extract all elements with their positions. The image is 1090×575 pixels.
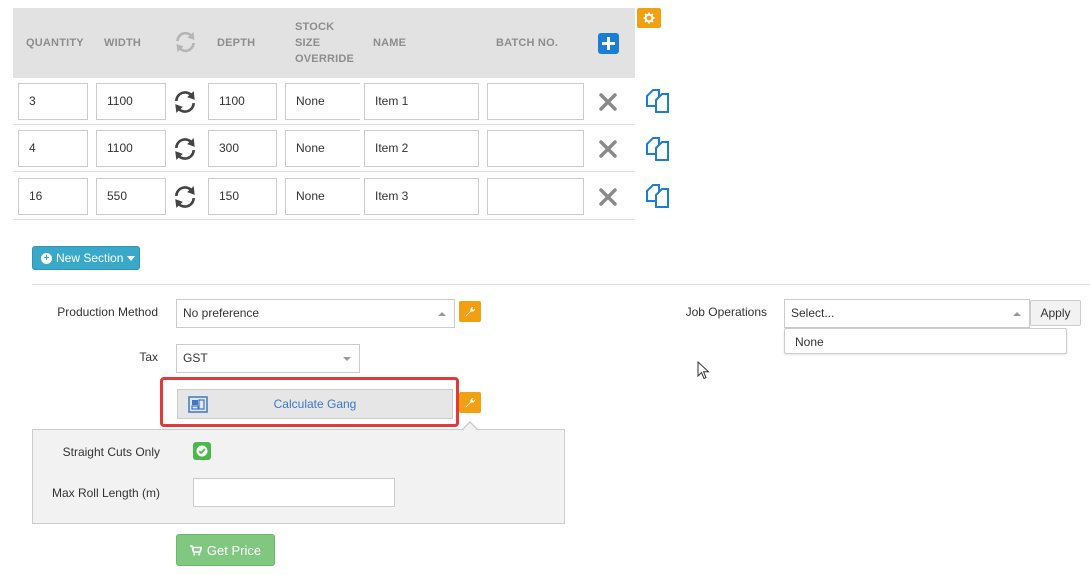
batch-no-input[interactable] xyxy=(487,83,584,120)
tax-select[interactable]: GST xyxy=(176,344,360,373)
new-section-label: New Section xyxy=(56,251,124,265)
swap-dimensions-icon[interactable] xyxy=(172,136,198,162)
delete-icon xyxy=(599,93,617,111)
depth-input[interactable]: 150 xyxy=(208,178,277,215)
tax-label: Tax xyxy=(139,350,158,364)
production-method-settings-button[interactable] xyxy=(459,301,481,322)
header-batch-no: BATCH NO. xyxy=(496,37,559,49)
job-operations-dropdown: None xyxy=(784,328,1067,354)
depth-input[interactable]: 300 xyxy=(208,130,277,167)
caret-up-icon xyxy=(1013,312,1021,316)
plus-circle-icon: + xyxy=(41,252,52,264)
caret-down-icon xyxy=(127,255,136,261)
mouse-cursor-icon xyxy=(697,360,710,383)
delete-icon xyxy=(599,140,617,158)
wrench-icon xyxy=(465,397,476,407)
table-row: 3 1100 1100 None Item 1 xyxy=(13,78,635,125)
width-input[interactable]: 550 xyxy=(96,178,166,215)
quantity-input[interactable]: 3 xyxy=(18,83,88,120)
cart-icon xyxy=(189,544,202,555)
calculate-gang-label: Calculate Gang xyxy=(273,397,357,411)
get-price-button[interactable]: Get Price xyxy=(176,534,275,566)
dropdown-option-none[interactable]: None xyxy=(795,335,824,349)
add-row-button[interactable] xyxy=(598,33,619,54)
calculate-gang-button[interactable]: Calculate Gang xyxy=(177,389,453,419)
name-input[interactable]: Item 1 xyxy=(364,83,479,120)
add-icon xyxy=(602,37,615,50)
delete-icon xyxy=(599,188,617,206)
copy-row-button[interactable] xyxy=(644,183,672,211)
stock-size-select[interactable]: None xyxy=(285,130,360,167)
copy-row-button[interactable] xyxy=(644,136,672,164)
header-name: NAME xyxy=(373,37,407,49)
new-section-button[interactable]: + New Section xyxy=(32,246,140,270)
table-header: QUANTITY WIDTH DEPTH STOCK SIZE OVERRIDE… xyxy=(13,8,635,78)
header-stock-size-override: STOCK SIZE OVERRIDE xyxy=(295,19,354,67)
production-method-select[interactable]: No preference xyxy=(176,299,455,328)
copy-icon xyxy=(646,89,669,113)
apply-button[interactable]: Apply xyxy=(1030,300,1081,326)
copy-row-button[interactable] xyxy=(644,88,672,116)
batch-no-input[interactable] xyxy=(487,130,584,167)
straight-cuts-checkbox[interactable] xyxy=(193,442,211,460)
swap-dimensions-icon[interactable] xyxy=(172,89,198,115)
max-roll-length-input[interactable] xyxy=(193,478,395,507)
depth-input[interactable]: 1100 xyxy=(208,83,277,120)
sync-icon[interactable] xyxy=(173,30,198,54)
header-stock-line3: OVERRIDE xyxy=(295,53,355,65)
width-input[interactable]: 1100 xyxy=(96,130,166,167)
panel-pointer-inner xyxy=(462,423,478,431)
wrench-icon xyxy=(465,306,476,316)
get-price-label: Get Price xyxy=(206,542,262,558)
table-row: 4 1100 300 None Item 2 xyxy=(13,125,635,172)
caret-down-icon xyxy=(343,357,351,361)
production-method-label: Production Method xyxy=(57,305,158,319)
delete-row-button[interactable] xyxy=(598,92,618,112)
header-width: WIDTH xyxy=(104,37,142,49)
calculate-gang-settings-button[interactable] xyxy=(459,392,481,413)
gang-options-panel xyxy=(32,429,565,524)
name-input[interactable]: Item 2 xyxy=(364,130,479,167)
settings-button[interactable] xyxy=(637,8,661,28)
width-input[interactable]: 1100 xyxy=(96,83,166,120)
production-method-value: No preference xyxy=(183,306,260,320)
header-depth: DEPTH xyxy=(217,37,256,49)
stock-size-select[interactable]: None xyxy=(285,178,360,215)
check-icon xyxy=(196,445,208,457)
job-operations-label: Job Operations xyxy=(685,305,767,319)
tax-value: GST xyxy=(183,351,208,365)
delete-row-button[interactable] xyxy=(598,139,618,159)
copy-icon xyxy=(646,137,669,161)
header-quantity: QUANTITY xyxy=(26,37,84,49)
job-operations-placeholder: Select... xyxy=(791,306,835,320)
gear-icon xyxy=(643,12,655,24)
header-stock-line1: STOCK xyxy=(295,21,335,33)
quantity-input[interactable]: 4 xyxy=(18,130,88,167)
job-operations-select[interactable]: Select... xyxy=(784,299,1030,328)
copy-icon xyxy=(646,184,669,208)
max-roll-length-label: Max Roll Length (m) xyxy=(51,486,160,500)
caret-up-icon xyxy=(438,312,446,316)
header-stock-line2: SIZE xyxy=(295,37,321,49)
table-row: 16 550 150 None Item 3 xyxy=(13,173,635,220)
swap-dimensions-icon[interactable] xyxy=(172,184,198,210)
batch-no-input[interactable] xyxy=(487,178,584,215)
stock-size-select[interactable]: None xyxy=(285,83,360,120)
quantity-input[interactable]: 16 xyxy=(18,178,88,215)
delete-row-button[interactable] xyxy=(598,187,618,207)
name-input[interactable]: Item 3 xyxy=(364,178,479,215)
divider xyxy=(32,284,1090,285)
straight-cuts-label: Straight Cuts Only xyxy=(62,445,160,459)
